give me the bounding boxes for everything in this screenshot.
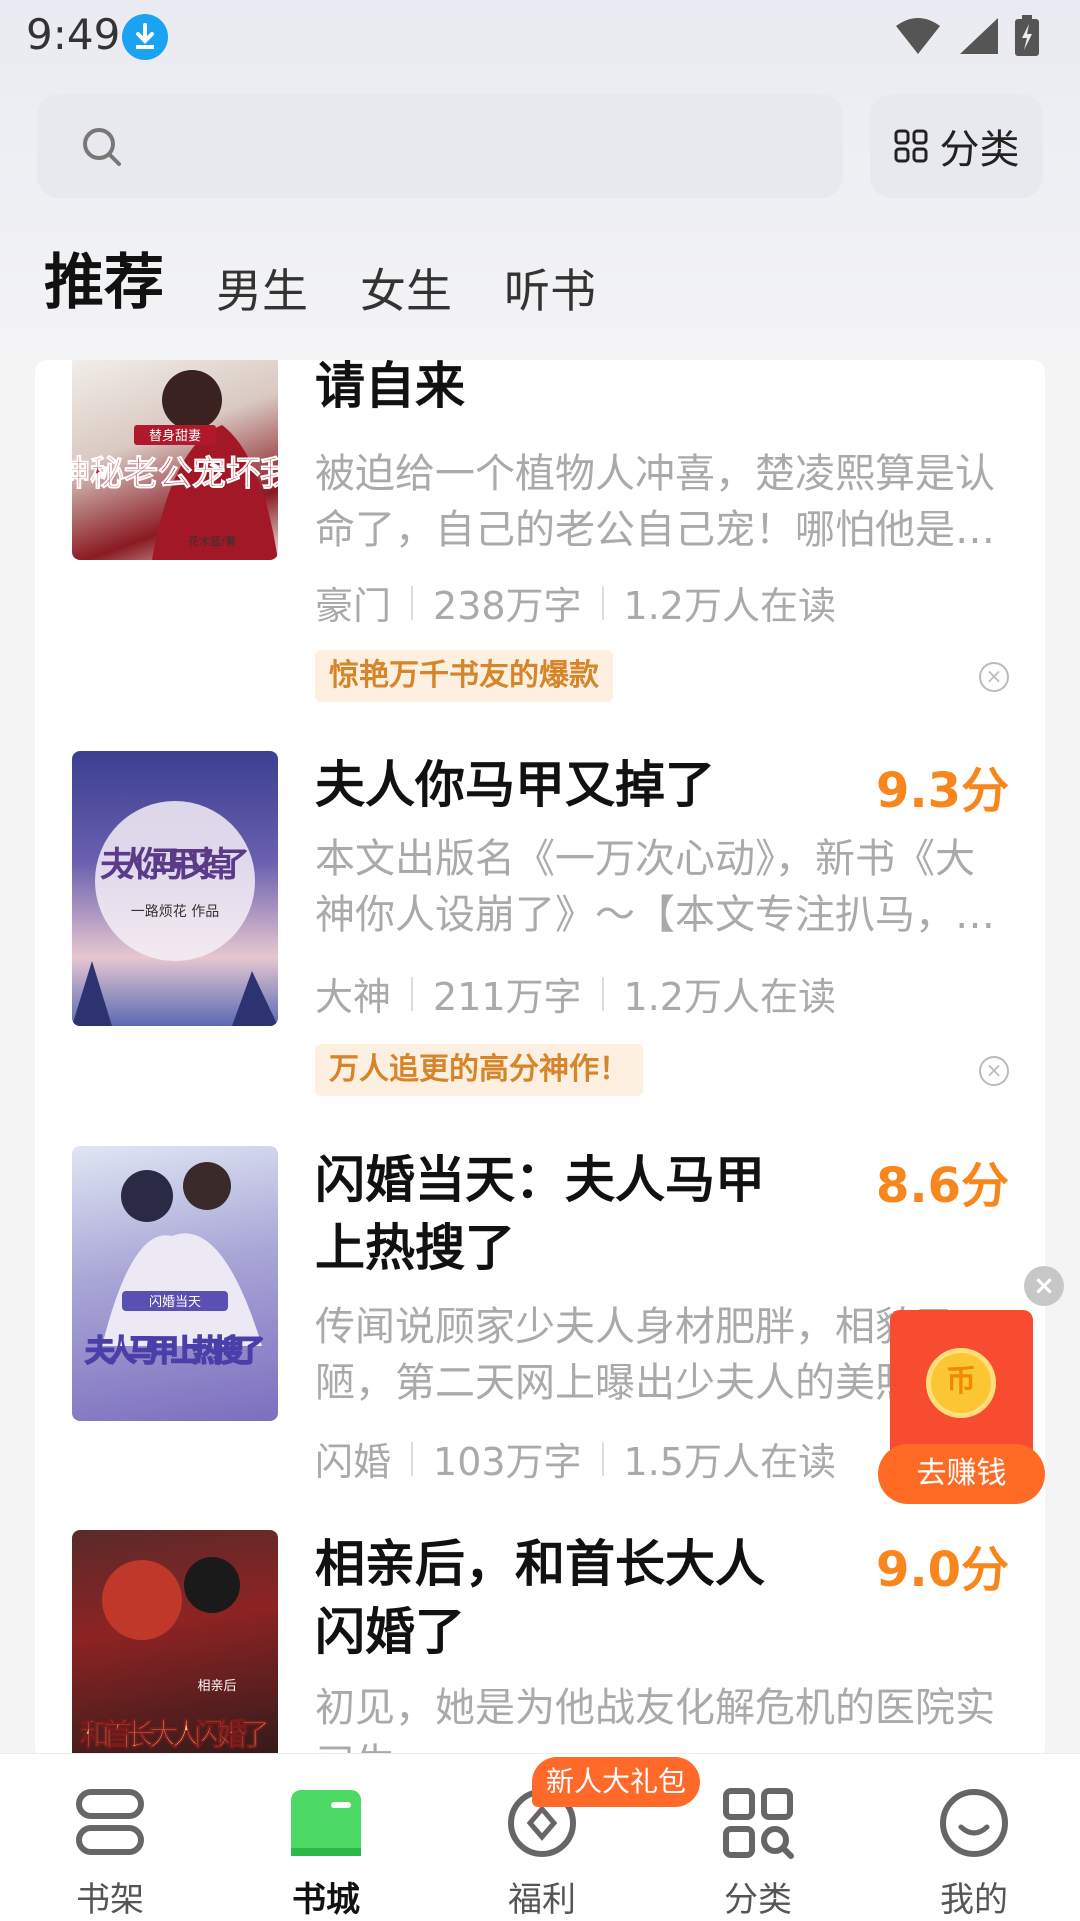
- book-genre: 豪门: [315, 584, 392, 628]
- nav-label: 分类: [724, 1880, 792, 1920]
- grid-icon: [894, 129, 927, 163]
- nav-label: 书城: [292, 1880, 360, 1920]
- book-title: 相亲后，和首长大人闪婚了: [315, 1535, 765, 1661]
- status-time: 9:49: [26, 10, 121, 59]
- book-meta: 豪门 238万字 1.2万人在读: [315, 575, 836, 630]
- svg-text:神秘老公宠坏我: 神秘老公宠坏我: [72, 454, 278, 494]
- nav-profile[interactable]: 我的: [866, 1754, 1080, 1921]
- signal-icon: [960, 18, 998, 54]
- book-readers: 1.2万人在读: [623, 975, 836, 1019]
- category-button-label: 分类: [939, 127, 1020, 173]
- book-cover[interactable]: 替身甜妻 神秘老公宠坏我 花木蓝/著: [72, 360, 278, 560]
- book-word-count: 238万字: [433, 584, 582, 628]
- coin-icon: 币: [926, 1348, 996, 1418]
- book-cover[interactable]: 相亲后 和首长大人闪婚了: [72, 1530, 278, 1760]
- book-score: 8.6分: [875, 1158, 1009, 1214]
- book-title: 夫人你马甲又掉了: [315, 756, 715, 814]
- book-readers: 1.2万人在读: [623, 584, 836, 628]
- download-icon: [122, 14, 168, 60]
- gift-badge[interactable]: 新人大礼包: [532, 1757, 701, 1807]
- svg-text:和首长大人闪婚了: 和首长大人闪婚了: [80, 1718, 270, 1753]
- book-meta: 大神 211万字 1.2万人在读: [315, 966, 836, 1021]
- bookshelf-icon: [70, 1784, 150, 1862]
- tab-audiobook[interactable]: 听书: [504, 255, 596, 321]
- book-word-count: 103万字: [433, 1440, 582, 1484]
- book-description: 初见，她是为他战友化解危机的医院实习生…: [315, 1685, 995, 1760]
- book-genre: 大神: [315, 975, 392, 1019]
- battery-icon: [1015, 15, 1039, 56]
- svg-text:闪婚当天: 闪婚当天: [149, 1295, 201, 1310]
- tab-male[interactable]: 男生: [216, 255, 308, 321]
- book-tag: 惊艳万千书友的爆款: [315, 650, 613, 702]
- svg-text:替身甜妻: 替身甜妻: [149, 428, 201, 444]
- book-title: 请自来: [315, 360, 465, 415]
- book-score: 9.0分: [875, 1542, 1009, 1598]
- profile-icon: [934, 1784, 1014, 1862]
- close-icon[interactable]: ×: [1024, 1266, 1064, 1306]
- book-description: 被迫给一个植物人冲喜，楚凌熙算是认命了，自己的老公自己宠！哪怕他是个…: [315, 451, 995, 553]
- tab-recommend[interactable]: 推荐: [44, 234, 164, 321]
- book-item[interactable]: 夫人你马甲又掉了 一路烦花 作品 夫人你马甲又掉了 9.3分 本文出版名《一万次…: [35, 751, 1045, 1111]
- svg-text:花木蓝/著: 花木蓝/著: [188, 534, 236, 548]
- book-title: 闪婚当天：夫人马甲上热搜了: [315, 1151, 765, 1277]
- book-cover[interactable]: 闪婚当天 夫人马甲上热搜了: [72, 1146, 278, 1421]
- book-description: 本文出版名《一万次心动》，新书《大神你人设崩了》～【本文专注扒马，女…: [315, 836, 975, 938]
- tab-female[interactable]: 女生: [360, 255, 452, 321]
- svg-text:夫人马甲上热搜了: 夫人马甲上热搜了: [85, 1334, 265, 1369]
- search-input[interactable]: [37, 94, 843, 198]
- category-icon: [718, 1784, 798, 1862]
- nav-label: 福利: [508, 1880, 576, 1920]
- book-readers: 1.5万人在读: [623, 1440, 836, 1484]
- book-item[interactable]: 替身甜妻 神秘老公宠坏我 花木蓝/著 请自来 被迫给一个植物人冲喜，楚凌熙算是认…: [35, 360, 1045, 715]
- earn-money-widget[interactable]: 币 去赚钱: [878, 1267, 1045, 1507]
- status-bar: 9:49: [0, 0, 1080, 72]
- book-word-count: 211万字: [433, 975, 582, 1019]
- book-tag: 万人追更的高分神作！: [315, 1044, 643, 1096]
- book-score: 9.3分: [875, 763, 1009, 819]
- search-icon: [83, 128, 121, 166]
- book-list: 替身甜妻 神秘老公宠坏我 花木蓝/著 请自来 被迫给一个植物人冲喜，楚凌熙算是认…: [35, 360, 1045, 1760]
- nav-bookstore[interactable]: 书城: [218, 1754, 434, 1921]
- dismiss-icon[interactable]: ×: [979, 1056, 1009, 1086]
- nav-label: 书架: [76, 1880, 144, 1920]
- book-meta: 闪婚 103万字 1.5万人在读: [315, 1431, 836, 1486]
- system-icons: [894, 14, 1040, 58]
- book-item[interactable]: 相亲后 和首长大人闪婚了 相亲后，和首长大人闪婚了 9.0分 初见，她是为他战友…: [35, 1530, 1045, 1760]
- channel-tabs: 推荐 男生 女生 听书: [44, 234, 648, 321]
- earn-money-button[interactable]: 去赚钱: [878, 1444, 1045, 1504]
- bookstore-icon: [286, 1784, 366, 1862]
- category-button[interactable]: 分类: [870, 94, 1043, 198]
- book-genre: 闪婚: [315, 1440, 392, 1484]
- book-cover[interactable]: 夫人你马甲又掉了 一路烦花 作品: [72, 751, 278, 1026]
- nav-label: 我的: [940, 1880, 1008, 1920]
- svg-text:一路烦花 作品: 一路烦花 作品: [131, 904, 219, 920]
- wifi-icon: [896, 18, 940, 54]
- nav-bookshelf[interactable]: 书架: [2, 1754, 218, 1921]
- svg-text:夫人你马甲又掉了: 夫人你马甲又掉了: [100, 845, 250, 885]
- svg-text:相亲后: 相亲后: [197, 1679, 236, 1694]
- dismiss-icon[interactable]: ×: [979, 662, 1009, 692]
